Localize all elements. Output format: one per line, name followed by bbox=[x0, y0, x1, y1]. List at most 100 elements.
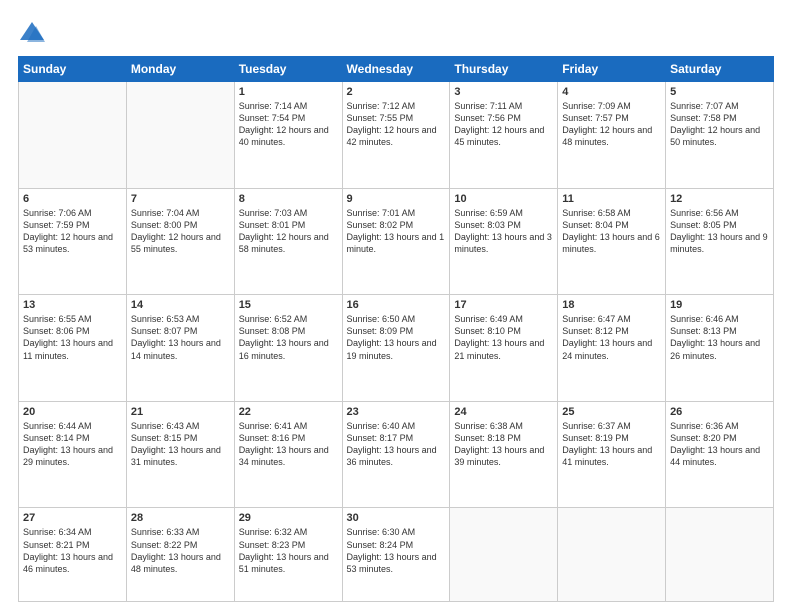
cell-info: Sunrise: 6:43 AMSunset: 8:15 PMDaylight:… bbox=[131, 420, 230, 469]
day-number: 11 bbox=[562, 193, 661, 205]
calendar-cell: 10 Sunrise: 6:59 AMSunset: 8:03 PMDayligh… bbox=[450, 188, 558, 295]
calendar-cell: 9Sunrise: 7:01 AMSunset: 8:02 PMDaylight… bbox=[342, 188, 450, 295]
calendar-week-2: 6Sunrise: 7:06 AMSunset: 7:59 PMDaylight… bbox=[19, 188, 774, 295]
cell-info: Sunrise: 7:14 AMSunset: 7:54 PMDaylight:… bbox=[239, 100, 338, 149]
calendar-cell: 19 Sunrise: 6:46 AMSunset: 8:13 PMDayligh… bbox=[666, 295, 774, 402]
calendar-cell: 26 Sunrise: 6:36 AMSunset: 8:20 PMDayligh… bbox=[666, 401, 774, 508]
cell-info: Sunrise: 6:59 AMSunset: 8:03 PMDaylight:… bbox=[454, 207, 553, 256]
calendar-cell: 11 Sunrise: 6:58 AMSunset: 8:04 PMDayligh… bbox=[558, 188, 666, 295]
day-number: 23 bbox=[347, 406, 446, 418]
cell-info: Sunrise: 7:12 AMSunset: 7:55 PMDaylight:… bbox=[347, 100, 446, 149]
calendar-week-5: 27 Sunrise: 6:34 AMSunset: 8:21 PMDayligh… bbox=[19, 508, 774, 602]
calendar-cell bbox=[666, 508, 774, 602]
day-number: 9 bbox=[347, 193, 446, 205]
day-number: 19 bbox=[670, 299, 769, 311]
cell-info: Sunrise: 6:38 AMSunset: 8:18 PMDaylight:… bbox=[454, 420, 553, 469]
day-number: 24 bbox=[454, 406, 553, 418]
calendar-cell: 16 Sunrise: 6:50 AMSunset: 8:09 PMDayligh… bbox=[342, 295, 450, 402]
calendar-week-4: 20 Sunrise: 6:44 AMSunset: 8:14 PMDayligh… bbox=[19, 401, 774, 508]
days-header-row: SundayMondayTuesdayWednesdayThursdayFrid… bbox=[19, 57, 774, 82]
cell-info: Sunrise: 6:40 AMSunset: 8:17 PMDaylight:… bbox=[347, 420, 446, 469]
day-number: 12 bbox=[670, 193, 769, 205]
cell-info: Sunrise: 6:30 AMSunset: 8:24 PMDaylight:… bbox=[347, 526, 446, 575]
header bbox=[18, 18, 774, 46]
cell-info: Sunrise: 6:36 AMSunset: 8:20 PMDaylight:… bbox=[670, 420, 769, 469]
calendar-cell: 4Sunrise: 7:09 AMSunset: 7:57 PMDaylight… bbox=[558, 82, 666, 189]
day-number: 26 bbox=[670, 406, 769, 418]
calendar-cell: 12 Sunrise: 6:56 AMSunset: 8:05 PMDayligh… bbox=[666, 188, 774, 295]
day-number: 13 bbox=[23, 299, 122, 311]
day-number: 3 bbox=[454, 86, 553, 98]
day-header-friday: Friday bbox=[558, 57, 666, 82]
calendar: SundayMondayTuesdayWednesdayThursdayFrid… bbox=[18, 56, 774, 602]
calendar-cell: 20 Sunrise: 6:44 AMSunset: 8:14 PMDayligh… bbox=[19, 401, 127, 508]
cell-info: Sunrise: 6:44 AMSunset: 8:14 PMDaylight:… bbox=[23, 420, 122, 469]
day-number: 22 bbox=[239, 406, 338, 418]
logo-icon bbox=[18, 18, 46, 46]
cell-info: Sunrise: 7:06 AMSunset: 7:59 PMDaylight:… bbox=[23, 207, 122, 256]
cell-info: Sunrise: 6:58 AMSunset: 8:04 PMDaylight:… bbox=[562, 207, 661, 256]
day-number: 30 bbox=[347, 512, 446, 524]
calendar-cell: 5Sunrise: 7:07 AMSunset: 7:58 PMDaylight… bbox=[666, 82, 774, 189]
day-header-saturday: Saturday bbox=[666, 57, 774, 82]
calendar-cell bbox=[450, 508, 558, 602]
calendar-cell: 28 Sunrise: 6:33 AMSunset: 8:22 PMDayligh… bbox=[126, 508, 234, 602]
day-number: 5 bbox=[670, 86, 769, 98]
calendar-cell: 3 Sunrise: 7:11 AMSunset: 7:56 PMDaylight… bbox=[450, 82, 558, 189]
day-number: 10 bbox=[454, 193, 553, 205]
day-number: 2 bbox=[347, 86, 446, 98]
calendar-cell: 13 Sunrise: 6:55 AMSunset: 8:06 PMDayligh… bbox=[19, 295, 127, 402]
calendar-cell: 7Sunrise: 7:04 AMSunset: 8:00 PMDaylight… bbox=[126, 188, 234, 295]
day-number: 18 bbox=[562, 299, 661, 311]
calendar-cell: 14 Sunrise: 6:53 AMSunset: 8:07 PMDayligh… bbox=[126, 295, 234, 402]
day-number: 20 bbox=[23, 406, 122, 418]
calendar-cell: 17 Sunrise: 6:49 AMSunset: 8:10 PMDayligh… bbox=[450, 295, 558, 402]
calendar-week-3: 13 Sunrise: 6:55 AMSunset: 8:06 PMDayligh… bbox=[19, 295, 774, 402]
cell-info: Sunrise: 7:03 AMSunset: 8:01 PMDaylight:… bbox=[239, 207, 338, 256]
day-header-sunday: Sunday bbox=[19, 57, 127, 82]
day-number: 29 bbox=[239, 512, 338, 524]
cell-info: Sunrise: 6:37 AMSunset: 8:19 PMDaylight:… bbox=[562, 420, 661, 469]
day-number: 16 bbox=[347, 299, 446, 311]
calendar-cell: 21 Sunrise: 6:43 AMSunset: 8:15 PMDayligh… bbox=[126, 401, 234, 508]
cell-info: Sunrise: 6:55 AMSunset: 8:06 PMDaylight:… bbox=[23, 313, 122, 362]
calendar-cell: 30 Sunrise: 6:30 AMSunset: 8:24 PMDayligh… bbox=[342, 508, 450, 602]
cell-info: Sunrise: 6:47 AMSunset: 8:12 PMDaylight:… bbox=[562, 313, 661, 362]
cell-info: Sunrise: 6:34 AMSunset: 8:21 PMDaylight:… bbox=[23, 526, 122, 575]
calendar-cell: 6Sunrise: 7:06 AMSunset: 7:59 PMDaylight… bbox=[19, 188, 127, 295]
calendar-week-1: 1 Sunrise: 7:14 AMSunset: 7:54 PMDaylight… bbox=[19, 82, 774, 189]
day-number: 21 bbox=[131, 406, 230, 418]
day-number: 15 bbox=[239, 299, 338, 311]
page: SundayMondayTuesdayWednesdayThursdayFrid… bbox=[0, 0, 792, 612]
day-number: 27 bbox=[23, 512, 122, 524]
cell-info: Sunrise: 6:56 AMSunset: 8:05 PMDaylight:… bbox=[670, 207, 769, 256]
cell-info: Sunrise: 6:33 AMSunset: 8:22 PMDaylight:… bbox=[131, 526, 230, 575]
calendar-cell: 18 Sunrise: 6:47 AMSunset: 8:12 PMDayligh… bbox=[558, 295, 666, 402]
calendar-cell: 27 Sunrise: 6:34 AMSunset: 8:21 PMDayligh… bbox=[19, 508, 127, 602]
calendar-cell: 8 Sunrise: 7:03 AMSunset: 8:01 PMDaylight… bbox=[234, 188, 342, 295]
cell-info: Sunrise: 6:46 AMSunset: 8:13 PMDaylight:… bbox=[670, 313, 769, 362]
day-header-tuesday: Tuesday bbox=[234, 57, 342, 82]
day-header-thursday: Thursday bbox=[450, 57, 558, 82]
cell-info: Sunrise: 6:52 AMSunset: 8:08 PMDaylight:… bbox=[239, 313, 338, 362]
calendar-cell bbox=[126, 82, 234, 189]
calendar-cell bbox=[19, 82, 127, 189]
calendar-cell bbox=[558, 508, 666, 602]
cell-info: Sunrise: 6:50 AMSunset: 8:09 PMDaylight:… bbox=[347, 313, 446, 362]
calendar-cell: 29 Sunrise: 6:32 AMSunset: 8:23 PMDayligh… bbox=[234, 508, 342, 602]
day-number: 1 bbox=[239, 86, 338, 98]
calendar-cell: 22Sunrise: 6:41 AMSunset: 8:16 PMDayligh… bbox=[234, 401, 342, 508]
day-number: 14 bbox=[131, 299, 230, 311]
cell-info: Sunrise: 6:53 AMSunset: 8:07 PMDaylight:… bbox=[131, 313, 230, 362]
cell-info: Sunrise: 7:11 AMSunset: 7:56 PMDaylight:… bbox=[454, 100, 553, 149]
calendar-cell: 1 Sunrise: 7:14 AMSunset: 7:54 PMDaylight… bbox=[234, 82, 342, 189]
day-header-wednesday: Wednesday bbox=[342, 57, 450, 82]
calendar-cell: 2 Sunrise: 7:12 AMSunset: 7:55 PMDaylight… bbox=[342, 82, 450, 189]
day-number: 17 bbox=[454, 299, 553, 311]
day-number: 8 bbox=[239, 193, 338, 205]
day-number: 28 bbox=[131, 512, 230, 524]
cell-info: Sunrise: 6:49 AMSunset: 8:10 PMDaylight:… bbox=[454, 313, 553, 362]
cell-info: Sunrise: 6:32 AMSunset: 8:23 PMDaylight:… bbox=[239, 526, 338, 575]
day-header-monday: Monday bbox=[126, 57, 234, 82]
calendar-cell: 25Sunrise: 6:37 AMSunset: 8:19 PMDayligh… bbox=[558, 401, 666, 508]
